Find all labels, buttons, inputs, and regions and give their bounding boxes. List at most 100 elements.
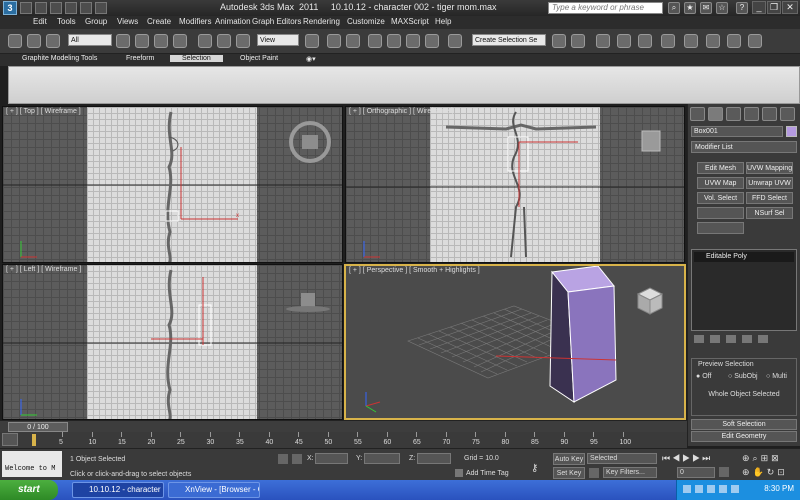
empty-modifier-slot[interactable] [697, 207, 744, 219]
nsurf-sel-button[interactable]: NSurf Sel [746, 207, 793, 219]
hierarchy-panel-icon[interactable] [726, 107, 741, 121]
snaps-toggle-icon[interactable] [368, 34, 382, 48]
move-icon[interactable] [198, 34, 212, 48]
tray-icon[interactable] [719, 485, 727, 493]
edit-geometry-rollout[interactable]: Edit Geometry [691, 431, 797, 442]
percent-snap-icon[interactable] [406, 34, 420, 48]
menu-customize[interactable]: Customize [347, 17, 385, 26]
utilities-panel-icon[interactable] [780, 107, 795, 121]
minimize-button[interactable]: _ [752, 1, 766, 14]
set-key-button[interactable]: Set Key [553, 467, 585, 479]
uvw-mapping-add-button[interactable]: UVW Mapping Ad [746, 162, 793, 174]
new-file-icon[interactable] [20, 2, 32, 14]
modify-panel-icon[interactable] [708, 107, 723, 121]
preview-multi-radio[interactable]: ○ Multi [766, 373, 787, 380]
undo-icon[interactable] [8, 34, 22, 48]
unwrap-uvw-button[interactable]: Unwrap UVW [746, 177, 793, 189]
menu-help[interactable]: Help [435, 17, 451, 26]
preview-off-radio[interactable]: ● Off [696, 373, 711, 380]
restore-button[interactable]: ❐ [767, 1, 781, 14]
time-configuration-icon[interactable] [719, 467, 729, 477]
viewport-orbit-controls[interactable]: ⊕✋↻⊡ [742, 467, 788, 478]
default-tangents-icon[interactable] [589, 468, 599, 478]
x-coord-field[interactable] [315, 453, 348, 464]
tray-icon[interactable] [707, 485, 715, 493]
show-end-result-icon[interactable] [710, 335, 720, 343]
help-icon[interactable]: ? [736, 2, 748, 14]
add-time-tag-button[interactable]: Add Time Tag [466, 470, 509, 477]
tray-icon[interactable] [695, 485, 703, 493]
y-coord-field[interactable] [364, 453, 400, 464]
maxscript-listener[interactable]: Welcome to M [2, 451, 62, 477]
track-bar[interactable]: 5 10 15 20 25 30 35 40 45 50 55 60 65 70 75 80 85 90 95 100 [0, 432, 687, 448]
menu-tools[interactable]: Tools [57, 17, 76, 26]
pin-stack-icon[interactable] [694, 335, 704, 343]
lock-selection-icon[interactable] [278, 454, 288, 464]
graphite-toggle-icon[interactable] [617, 34, 631, 48]
rotate-icon[interactable] [217, 34, 231, 48]
viewport-left[interactable]: [ + ] [ Left ] [ Wireframe ] [2, 264, 343, 420]
select-manipulate-icon[interactable] [327, 34, 341, 48]
search-input[interactable]: Type a keyword or phrase [548, 2, 663, 14]
subscription-icon[interactable]: ★ [684, 2, 696, 14]
reference-coordinate-dropdown[interactable]: View [257, 34, 299, 46]
redo-icon[interactable] [80, 2, 92, 14]
menu-graph-editors[interactable]: Graph Editors [252, 17, 301, 26]
pivot-center-icon[interactable] [305, 34, 319, 48]
make-unique-icon[interactable] [726, 335, 736, 343]
keyboard-shortcut-icon[interactable] [346, 34, 360, 48]
task-3dsmax[interactable]: 10.10.12 - character ... [72, 482, 164, 498]
ffd-select-button[interactable]: FFD Select [746, 192, 793, 204]
key-filters-button[interactable]: Key Filters... [603, 467, 657, 478]
select-object-icon[interactable] [116, 34, 130, 48]
viewport-front[interactable]: [ + ] [ Orthographic ] [ Wireframe ] [345, 106, 685, 263]
tray-icon[interactable] [683, 485, 691, 493]
soft-selection-rollout[interactable]: Soft Selection [691, 419, 797, 430]
favorites-icon[interactable]: ☆ [716, 2, 728, 14]
modifier-stack[interactable]: Editable Poly [691, 249, 797, 331]
key-mode-dropdown[interactable]: Selected [587, 453, 657, 464]
named-selection-dropdown[interactable]: Create Selection Se [472, 34, 546, 46]
z-coord-field[interactable] [417, 453, 451, 464]
create-panel-icon[interactable] [690, 107, 705, 121]
menu-modifiers[interactable]: Modifiers [179, 17, 211, 26]
playback-controls[interactable]: ⏮◀▶▶⏭ [662, 453, 712, 464]
time-slider-thumb[interactable]: 0 / 100 [8, 422, 68, 432]
save-icon[interactable] [50, 2, 62, 14]
stack-item-editable-poly[interactable]: Editable Poly [694, 252, 794, 262]
tab-graphite-modeling-tools[interactable]: Graphite Modeling Tools [22, 55, 97, 62]
tab-freeform[interactable]: Freeform [126, 55, 154, 62]
bind-to-space-warp-icon[interactable] [46, 34, 60, 48]
layer-manager-icon[interactable] [596, 34, 610, 48]
edit-named-selection-icon[interactable] [448, 34, 462, 48]
schematic-view-icon[interactable] [661, 34, 675, 48]
task-xnview[interactable]: XnView - [Browser - C... [168, 482, 260, 498]
absolute-mode-icon[interactable] [292, 454, 302, 464]
current-frame-field[interactable]: 0 [677, 467, 715, 478]
binoculars-icon[interactable]: ⌕ [668, 2, 680, 14]
vol-select-button[interactable]: Vol. Select [697, 192, 744, 204]
rendered-frame-window-icon[interactable] [727, 34, 741, 48]
motion-panel-icon[interactable] [744, 107, 759, 121]
tab-selection[interactable]: Selection [170, 55, 223, 62]
mirror-icon[interactable] [552, 34, 566, 48]
viewport-top[interactable]: [ + ] [ Top ] [ Wireframe ] x [2, 106, 343, 263]
menu-views[interactable]: Views [117, 17, 138, 26]
time-tag-icon[interactable] [455, 469, 463, 477]
project-folder-icon[interactable] [95, 2, 107, 14]
menu-group[interactable]: Group [85, 17, 107, 26]
speaker-icon[interactable] [731, 485, 739, 493]
material-editor-icon[interactable] [684, 34, 698, 48]
edit-mesh-button[interactable]: Edit Mesh [697, 162, 744, 174]
spinner-snap-icon[interactable] [425, 34, 439, 48]
viewport-navigation-controls[interactable]: ⊕⌕⊞⊠ [742, 453, 782, 464]
scale-icon[interactable] [236, 34, 250, 48]
modifier-list-dropdown[interactable]: Modifier List [691, 141, 797, 153]
time-slider[interactable]: 0 / 100 [0, 420, 687, 432]
menu-create[interactable]: Create [147, 17, 171, 26]
object-name-field[interactable]: Box001 [691, 126, 783, 137]
select-and-link-icon[interactable] [27, 34, 41, 48]
selection-filter-dropdown[interactable]: All [68, 34, 112, 46]
remove-modifier-icon[interactable] [742, 335, 752, 343]
menu-rendering[interactable]: Rendering [303, 17, 340, 26]
